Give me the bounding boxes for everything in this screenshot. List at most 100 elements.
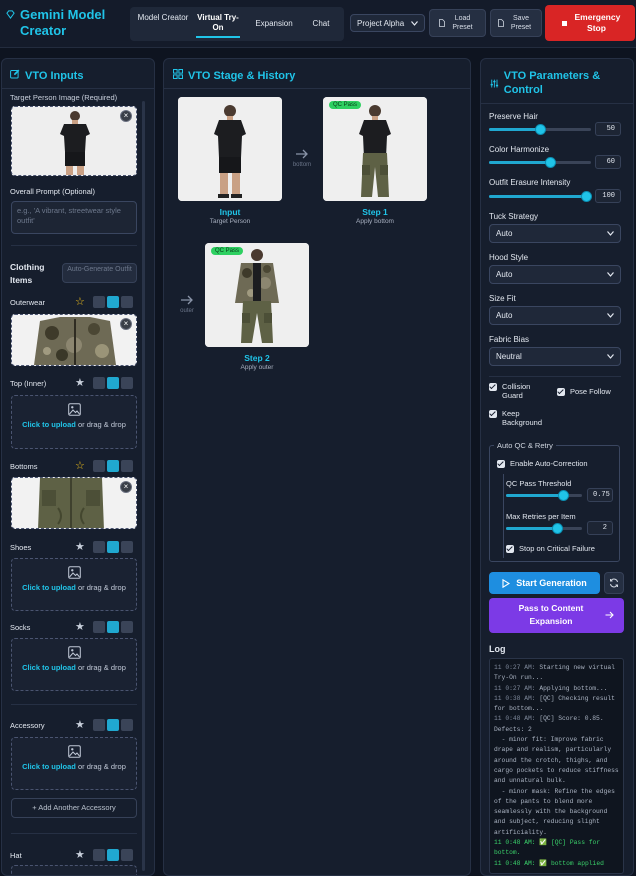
star-icon[interactable]: ★ — [75, 850, 85, 861]
stop-on-critical-checkbox[interactable]: Stop on Critical Failure — [506, 544, 595, 553]
star-icon[interactable]: ★ — [75, 622, 85, 633]
expand-icon[interactable] — [121, 719, 133, 731]
edit-icon[interactable] — [93, 621, 105, 633]
image-icon[interactable] — [107, 377, 119, 389]
tuck-strategy-select[interactable]: Auto — [489, 224, 621, 243]
stage-input-image — [178, 97, 282, 201]
emergency-stop-button[interactable]: Emergency Stop — [545, 5, 635, 41]
upload-dropzone-hat[interactable] — [11, 865, 137, 875]
stage-step-2[interactable]: QC Pass Step 2 Apply outer — [205, 243, 309, 371]
slider-handle[interactable] — [558, 490, 569, 501]
image-icon[interactable] — [107, 849, 119, 861]
enable-auto-correction-checkbox[interactable]: Enable Auto-Correction — [497, 459, 588, 468]
upload-dropzone-accessory[interactable]: Click to upload or drag & drop — [11, 737, 137, 790]
max-retries-label: Max Retries per Item — [506, 512, 576, 521]
overall-prompt-input[interactable]: e.g., 'A vibrant, streetwear style outfi… — [11, 201, 137, 234]
collision-guard-checkbox[interactable]: Collision Guard — [489, 382, 549, 400]
upload-link[interactable]: Click to upload — [22, 762, 76, 771]
scrollbar[interactable] — [142, 101, 145, 871]
max-retries-slider[interactable] — [506, 523, 582, 534]
select-value: Auto — [496, 229, 513, 238]
preserve-hair-value[interactable]: 50 — [595, 122, 621, 136]
upload-dropzone-socks[interactable]: Click to upload or drag & drop — [11, 638, 137, 691]
checkbox-checked[interactable] — [497, 460, 505, 468]
edit-icon[interactable] — [93, 296, 105, 308]
slider-handle[interactable] — [535, 124, 546, 135]
log-output[interactable]: 11 0:27 AM: Starting new virtual Try-On … — [489, 658, 624, 874]
slider-handle[interactable] — [551, 523, 563, 534]
expand-icon[interactable] — [121, 377, 133, 389]
project-select[interactable]: Project Alpha — [350, 14, 425, 32]
color-harmonize-slider[interactable] — [489, 157, 591, 168]
edit-icon[interactable] — [93, 541, 105, 553]
load-preset-button[interactable]: Load Preset — [429, 9, 486, 37]
remove-image-button[interactable]: × — [120, 481, 132, 493]
star-icon[interactable]: ★ — [75, 542, 85, 553]
start-generation-button[interactable]: Start Generation — [489, 572, 600, 594]
checkbox-checked[interactable] — [489, 410, 497, 418]
erasure-intensity-value[interactable]: 100 — [595, 189, 621, 203]
target-person-image[interactable]: × — [11, 106, 137, 176]
checkbox-checked[interactable] — [489, 383, 497, 391]
image-icon[interactable] — [107, 460, 119, 472]
outerwear-image[interactable]: × — [11, 314, 137, 366]
upload-link[interactable]: Click to upload — [22, 663, 76, 672]
upload-dropzone-top[interactable]: Click to upload or drag & drop — [11, 395, 137, 449]
add-accessory-button[interactable]: + Add Another Accessory — [11, 798, 137, 818]
expand-icon[interactable] — [121, 621, 133, 633]
checkbox-checked[interactable] — [506, 545, 514, 553]
hood-style-select[interactable]: Auto — [489, 265, 621, 284]
checkbox-checked[interactable] — [557, 388, 565, 396]
edit-icon[interactable] — [93, 719, 105, 731]
edit-icon[interactable] — [93, 377, 105, 389]
image-icon[interactable] — [107, 296, 119, 308]
preserve-hair-slider[interactable] — [489, 124, 591, 135]
log-line: 11 0:48 AM: ✅ [QC] Pass for bottom. — [494, 838, 619, 859]
item-label-socks: Socks — [10, 623, 31, 632]
tab-model-creator[interactable]: Model Creator — [130, 7, 192, 41]
tab-virtual-try-on[interactable]: Virtual Try-On — [192, 7, 244, 41]
star-icon[interactable]: ☆ — [75, 461, 85, 472]
slider-handle[interactable] — [581, 191, 592, 202]
color-harmonize-value[interactable]: 60 — [595, 155, 621, 169]
log-line: - minor mask: Refine the edges of the pa… — [494, 787, 619, 838]
size-fit-select[interactable]: Auto — [489, 306, 621, 325]
qc-threshold-value[interactable]: 0.75 — [587, 488, 613, 502]
remove-image-button[interactable]: × — [120, 110, 132, 122]
upload-link[interactable]: Click to upload — [22, 420, 76, 429]
edit-icon[interactable] — [93, 460, 105, 472]
pass-to-expansion-button[interactable]: Pass to Content Expansion — [489, 598, 624, 633]
star-icon[interactable]: ☆ — [75, 297, 85, 308]
fabric-bias-select[interactable]: Neutral — [489, 347, 621, 366]
upload-link[interactable]: Click to upload — [22, 583, 76, 592]
tab-expansion[interactable]: Expansion — [244, 7, 304, 41]
expand-icon[interactable] — [121, 460, 133, 472]
upload-dropzone-shoes[interactable]: Click to upload or drag & drop — [11, 558, 137, 611]
image-icon[interactable] — [107, 719, 119, 731]
auto-generate-outfit-button[interactable]: Auto-Generate Outfit — [62, 263, 137, 283]
star-icon[interactable]: ★ — [75, 720, 85, 731]
pose-follow-checkbox[interactable]: Pose Follow — [557, 387, 611, 396]
image-icon[interactable] — [107, 541, 119, 553]
item-label-accessory: Accessory — [10, 721, 45, 730]
save-preset-button[interactable]: Save Preset — [490, 9, 542, 37]
bottoms-image[interactable]: × — [11, 477, 137, 529]
stage-input[interactable]: Input Target Person — [178, 97, 282, 225]
remove-image-button[interactable]: × — [120, 318, 132, 330]
expand-icon[interactable] — [121, 849, 133, 861]
qc-threshold-slider[interactable] — [506, 490, 582, 501]
keep-background-checkbox[interactable]: Keep Background — [489, 409, 549, 427]
log-line: 11 0:48 AM: [QC] Score: 0.85. Defects: 2 — [494, 714, 619, 735]
stage-step-1[interactable]: QC Pass Step 1 Apply bottom — [323, 97, 427, 225]
edit-icon[interactable] — [93, 849, 105, 861]
expand-icon[interactable] — [121, 541, 133, 553]
connector-label: bottom — [292, 162, 312, 168]
erasure-intensity-slider[interactable] — [489, 191, 592, 202]
tab-chat[interactable]: Chat — [304, 7, 338, 41]
image-icon[interactable] — [107, 621, 119, 633]
refresh-button[interactable] — [604, 572, 624, 594]
max-retries-value[interactable]: 2 — [587, 521, 613, 535]
expand-icon[interactable] — [121, 296, 133, 308]
project-select-value: Project Alpha — [357, 18, 405, 28]
star-icon[interactable]: ★ — [75, 378, 85, 389]
